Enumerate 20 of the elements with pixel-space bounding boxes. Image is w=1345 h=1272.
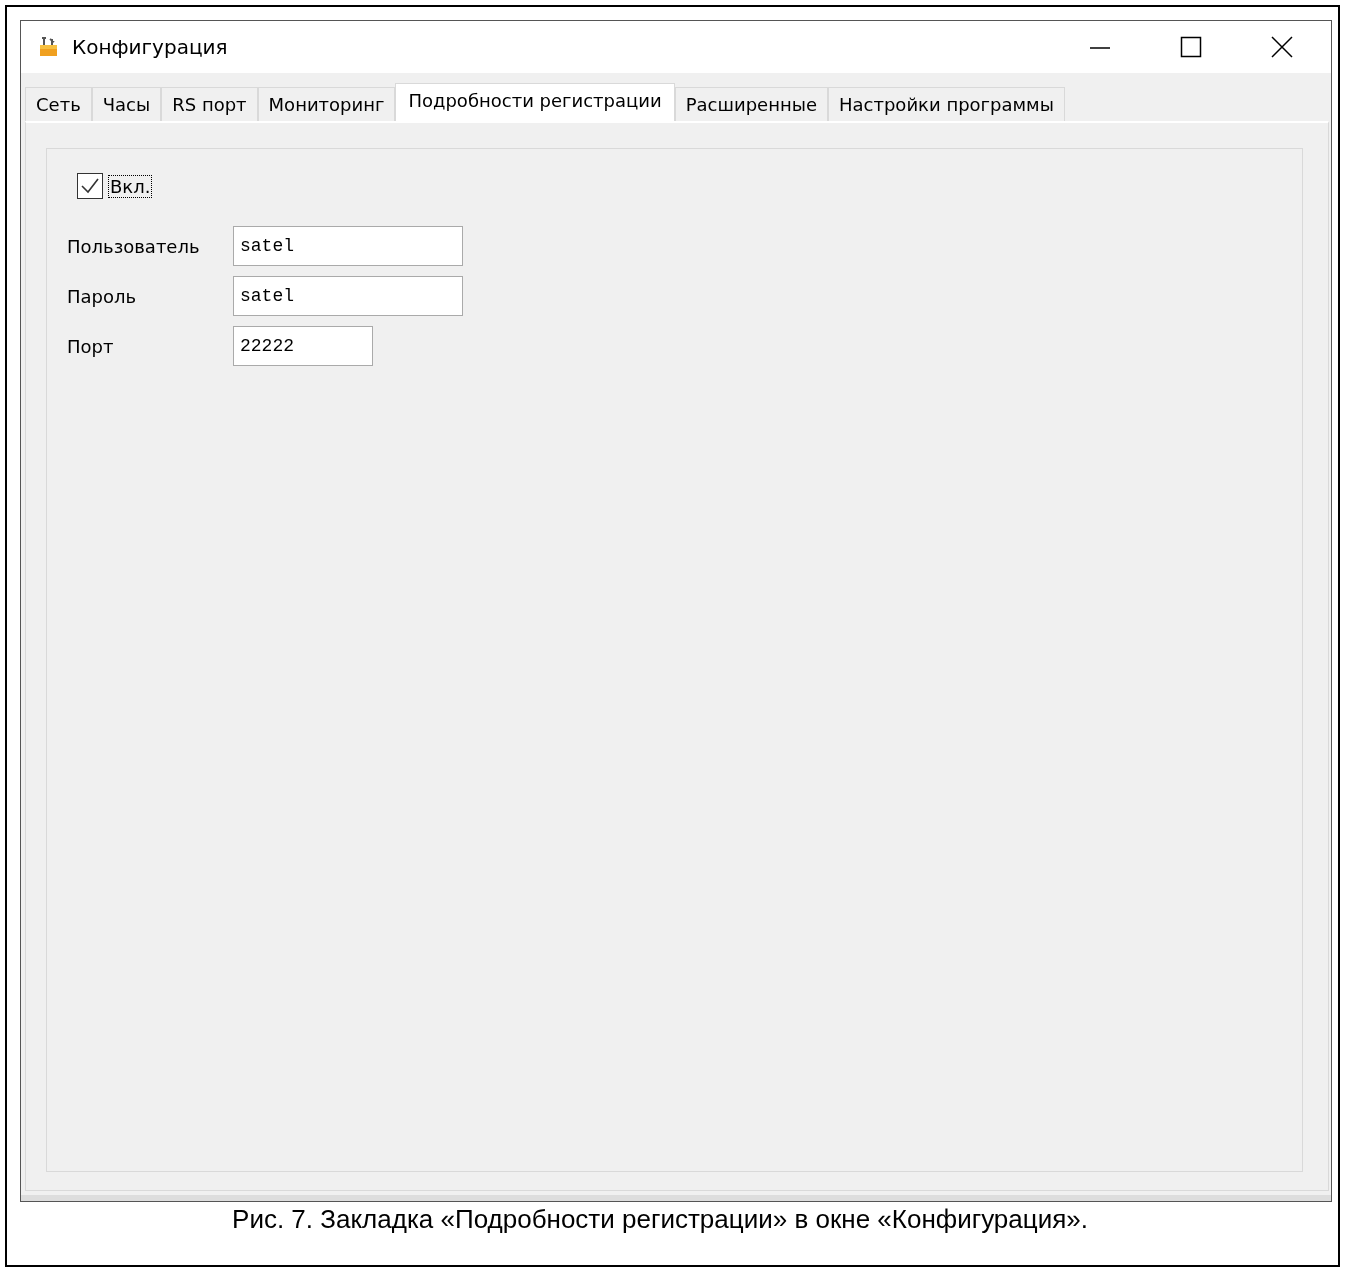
toolbox-icon — [38, 36, 60, 58]
input-field[interactable]: 22222 — [233, 326, 373, 366]
maximize-icon[interactable] — [1180, 36, 1202, 58]
input-field[interactable]: satel — [233, 276, 463, 316]
figure-caption: Рис. 7. Закладка «Подробности регистрации» в окне «Конфигурация». — [231, 1204, 1089, 1235]
field-label: Пользователь — [67, 235, 201, 257]
checkbox[interactable] — [77, 173, 103, 199]
field-label: Пароль — [67, 285, 138, 307]
tab[interactable]: Сеть — [25, 87, 92, 121]
window-title: Конфигурация — [72, 35, 228, 59]
field-label: Порт — [67, 335, 115, 357]
tab[interactable]: Расширенные — [674, 87, 828, 121]
checkbox-label[interactable]: Вкл. — [109, 175, 152, 197]
input-field[interactable]: satel — [233, 226, 463, 266]
tab[interactable]: Часы — [91, 87, 162, 121]
tab[interactable]: Мониторинг — [257, 87, 396, 121]
tab[interactable]: Настройки программы — [828, 87, 1065, 121]
tab[interactable]: Подробности регистрации — [395, 83, 675, 121]
close-icon[interactable] — [1271, 36, 1293, 58]
tab[interactable]: RS порт — [161, 87, 258, 121]
